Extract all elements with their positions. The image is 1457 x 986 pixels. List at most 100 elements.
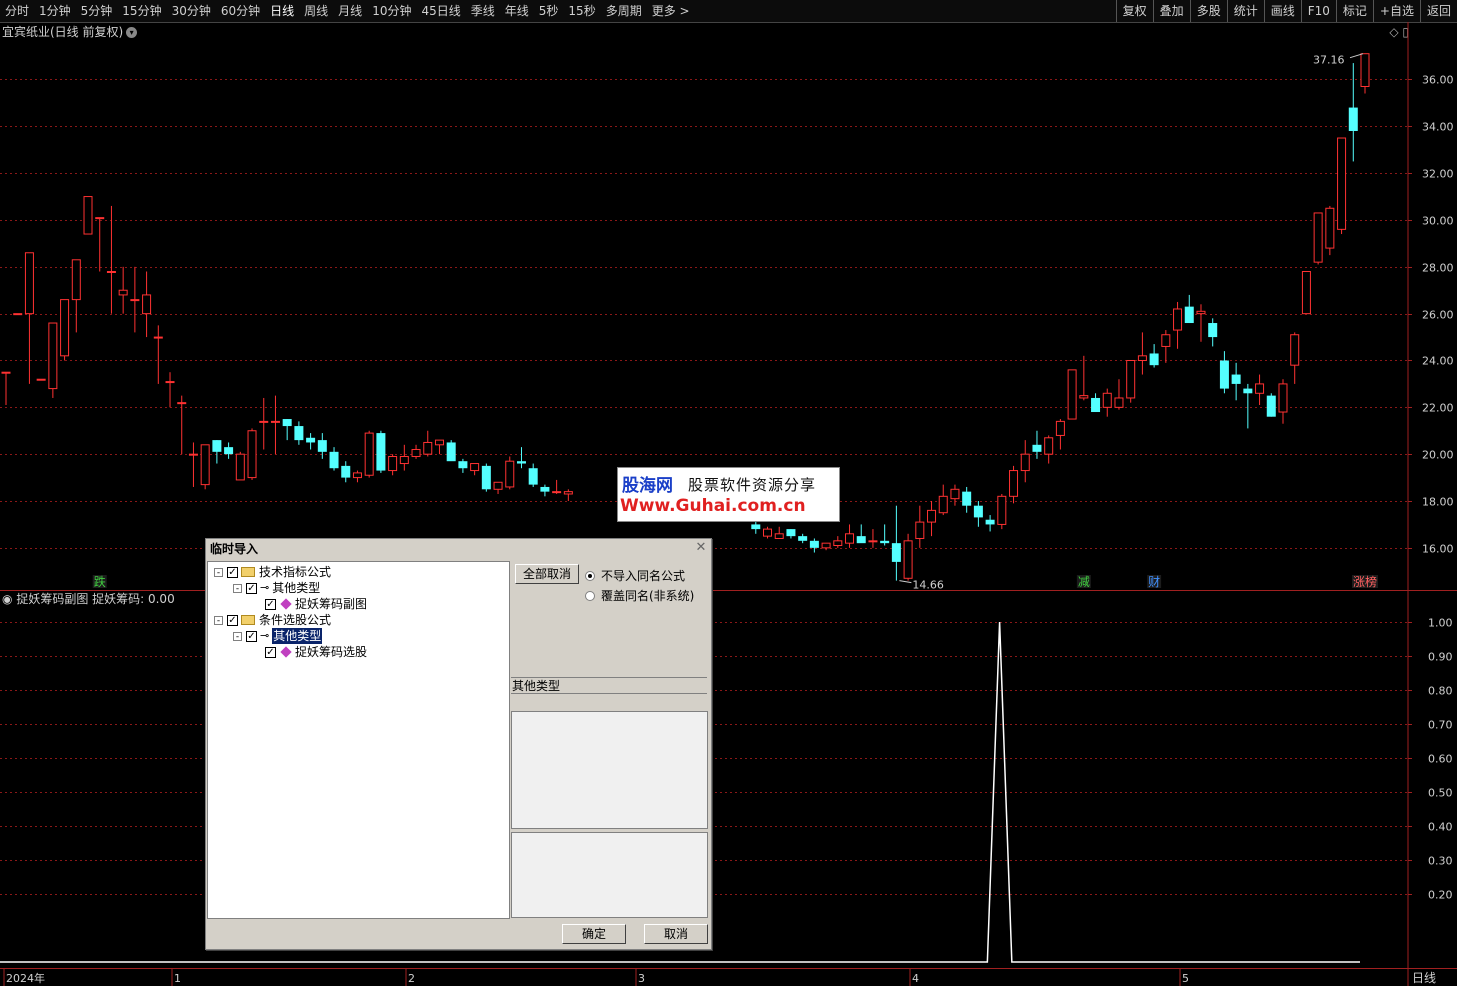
tree-checkbox[interactable]: ✓ (246, 582, 257, 594)
candle-body-down (317, 440, 327, 452)
candle-body-up (1313, 212, 1323, 263)
indicator-tick-label: 0.60 (1428, 753, 1453, 766)
candle-body-down (891, 543, 901, 562)
preview-panel[interactable] (511, 832, 708, 918)
price-tick-label: 32.00 (1422, 168, 1454, 181)
formula-icon (280, 646, 292, 658)
tree-checkbox[interactable]: ✓ (246, 630, 257, 642)
time-axis-label: 3 (638, 972, 645, 985)
candle-body-up (48, 322, 58, 390)
time-axis-label: 4 (912, 972, 919, 985)
candle-body-up (1360, 53, 1370, 87)
candle-body-down (341, 465, 351, 478)
tree-node-1[interactable]: - ✓ ⊸ 其他类型 (233, 580, 320, 596)
max-price-label: 37.16 (1313, 54, 1345, 67)
tree-node-3[interactable]: - ✓ 条件选股公式 (214, 612, 331, 628)
candle-body-up (774, 533, 784, 539)
price-tick-label: 30.00 (1422, 215, 1454, 228)
price-tick-label: 20.00 (1422, 449, 1454, 462)
formula-tree[interactable]: - ✓ 技术指标公式 - ✓ ⊸ 其他类型 ✓ 捉妖筹码副图 - ✓ 条件选股公式 - ✓ ⊸ 其他类型 ✓ 捉妖… (207, 561, 510, 919)
watermark-tagline: 股票软件资源分享 (688, 476, 817, 494)
candle-body-up (36, 378, 46, 381)
tree-checkbox[interactable]: ✓ (265, 646, 276, 658)
candle-body-down (1149, 353, 1159, 366)
candle-body-up (1, 371, 11, 374)
collapse-icon[interactable]: - (233, 631, 242, 641)
tree-node-2[interactable]: ✓ 捉妖筹码副图 (252, 596, 367, 612)
candle-body-up (1114, 397, 1124, 408)
radio-overwrite[interactable] (585, 590, 595, 601)
tree-checkbox[interactable]: ✓ (227, 566, 238, 578)
time-axis-label: 1 (174, 972, 181, 985)
candle-body-down (751, 524, 761, 530)
tree-checkbox[interactable]: ✓ (265, 598, 276, 610)
candle-body-up (259, 420, 269, 423)
tree-node-label: 捉妖筹码副图 (295, 597, 368, 611)
price-tick-label: 36.00 (1422, 74, 1454, 87)
candle-body-up (950, 488, 960, 500)
candle-body-up (470, 463, 480, 472)
time-axis-label: 2024年 (6, 971, 45, 985)
indicator-tick-label: 1.00 (1428, 617, 1453, 630)
ok-button[interactable]: 确定 (562, 924, 626, 944)
candle-body-down (1208, 323, 1218, 338)
candle-body-up (24, 252, 34, 315)
sub-chart-dropdown-icon[interactable]: ◉ (2, 592, 12, 606)
candle-body-up (130, 299, 140, 302)
event-marker: 减 (1078, 575, 1090, 589)
tree-node-4[interactable]: - ✓ ⊸ 其他类型 (233, 628, 323, 644)
candle-body-up (411, 448, 421, 458)
candle-body-down (528, 468, 538, 485)
description-panel[interactable] (511, 711, 708, 829)
candle-body-up (1126, 359, 1136, 399)
candle-body-down (985, 519, 995, 525)
candle-body-up (399, 456, 409, 465)
candle-body-down (786, 529, 796, 537)
tree-node-label: 条件选股公式 (259, 613, 332, 627)
candle-body-up (938, 495, 948, 514)
time-axis-label: 5 (1182, 972, 1189, 985)
tree-node-0[interactable]: - ✓ 技术指标公式 (214, 564, 331, 580)
indicator-tick-label: 0.50 (1428, 787, 1453, 800)
event-marker: 涨榜 (1353, 574, 1377, 589)
candle-body-down (880, 540, 890, 544)
price-tick-label: 24.00 (1422, 355, 1454, 368)
option-no-import-same-name[interactable]: 不导入同名公式 (585, 567, 685, 584)
category-label: 其他类型 (512, 679, 561, 693)
radio-no-import[interactable] (585, 570, 595, 581)
collapse-icon[interactable]: - (214, 567, 223, 577)
price-tick-label: 16.00 (1422, 543, 1454, 556)
tree-node-5[interactable]: ✓ 捉妖筹码选股 (252, 644, 367, 660)
candle-body-up (13, 313, 23, 316)
candle-body-up (552, 491, 562, 494)
candle-body-down (798, 536, 808, 541)
candle-body-up (95, 217, 105, 220)
candle-body-up (153, 336, 163, 339)
candle-body-up (1301, 271, 1311, 315)
price-tick-label: 22.00 (1422, 402, 1454, 415)
tree-node-label: 其他类型 (272, 581, 321, 595)
collapse-icon[interactable]: - (233, 583, 242, 593)
candle-body-up (270, 420, 280, 423)
tree-checkbox[interactable]: ✓ (227, 614, 238, 626)
candle-body-down (282, 419, 292, 427)
option-overwrite-same-name[interactable]: 覆盖同名(非系统) (585, 587, 694, 604)
cancel-all-button[interactable]: 全部取消 (515, 564, 579, 584)
min-price-pointer (899, 580, 912, 584)
candle-body-down (376, 433, 386, 471)
period-indicator: 日线 (1412, 971, 1437, 985)
time-axis-label: 2 (408, 972, 415, 985)
indicator-tick-label: 0.30 (1428, 855, 1453, 868)
dialog-title-bar[interactable]: 临时导入 ✕ (206, 539, 711, 559)
collapse-icon[interactable]: - (214, 615, 223, 625)
candle-body-down (516, 461, 526, 464)
candle-body-up (1020, 453, 1030, 472)
candle-body-down (809, 540, 819, 548)
cancel-button[interactable]: 取消 (644, 924, 708, 944)
candle-body-up (833, 540, 843, 547)
close-icon[interactable]: ✕ (694, 541, 708, 555)
candle-body-down (962, 491, 972, 506)
candle-body-up (177, 402, 187, 405)
candle-body-up (165, 381, 175, 384)
candle-body-down (294, 426, 304, 441)
